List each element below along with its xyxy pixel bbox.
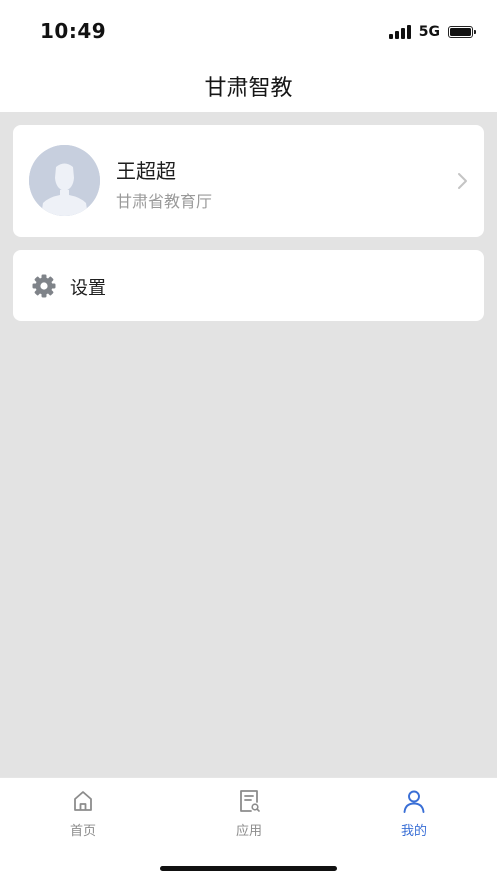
tab-home-label: 首页: [69, 824, 96, 839]
battery-icon: [448, 26, 476, 38]
page-title: 甘肃智教: [204, 76, 293, 101]
gear-icon: [32, 274, 56, 298]
document-search-icon: [240, 790, 260, 812]
status-bar: 10:49 5G: [0, 0, 497, 60]
profile-name: 王超超: [116, 159, 176, 183]
tab-apps[interactable]: 应用: [166, 788, 332, 846]
chevron-right-icon: [458, 173, 467, 189]
nav-bar: 甘肃智教: [0, 60, 497, 112]
user-icon: [403, 790, 425, 813]
avatar-placeholder-icon: [29, 145, 100, 216]
tab-mine[interactable]: 我的: [331, 788, 497, 846]
profile-card[interactable]: 王超超 甘肃省教育厅: [13, 125, 484, 237]
tab-apps-label: 应用: [235, 824, 262, 839]
tab-home[interactable]: 首页: [0, 788, 166, 846]
network-type: 5G: [418, 24, 440, 40]
settings-label: 设置: [70, 278, 106, 299]
tab-mine-label: 我的: [400, 824, 427, 839]
home-icon: [74, 791, 92, 811]
status-time: 10:49: [40, 19, 107, 43]
status-indicators: 5G: [388, 22, 476, 42]
profile-organization: 甘肃省教育厅: [116, 192, 213, 211]
home-indicator: [160, 866, 337, 871]
cellular-signal-icon: [388, 25, 413, 39]
settings-menu-item[interactable]: 设置: [13, 250, 484, 321]
